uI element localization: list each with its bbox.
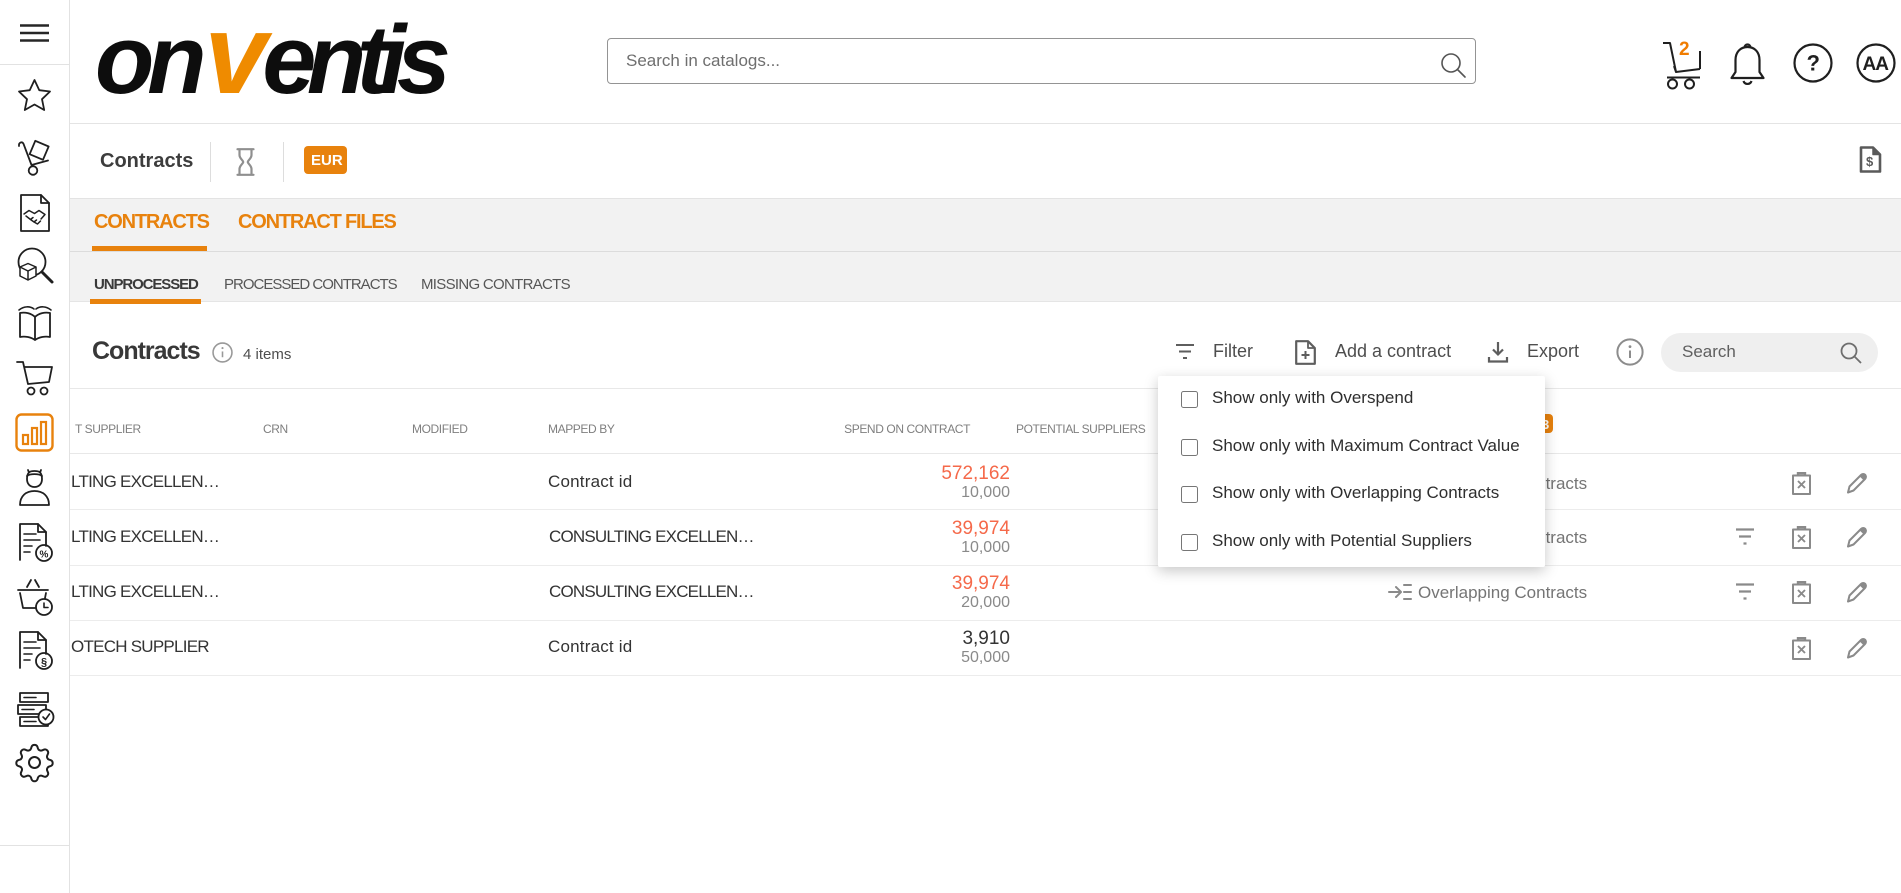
- svg-text:§: §: [41, 657, 47, 669]
- svg-text:?: ?: [1807, 51, 1820, 76]
- svg-text:$: $: [1866, 154, 1874, 169]
- svg-text:%: %: [40, 550, 49, 561]
- svg-text:AA: AA: [1863, 54, 1890, 75]
